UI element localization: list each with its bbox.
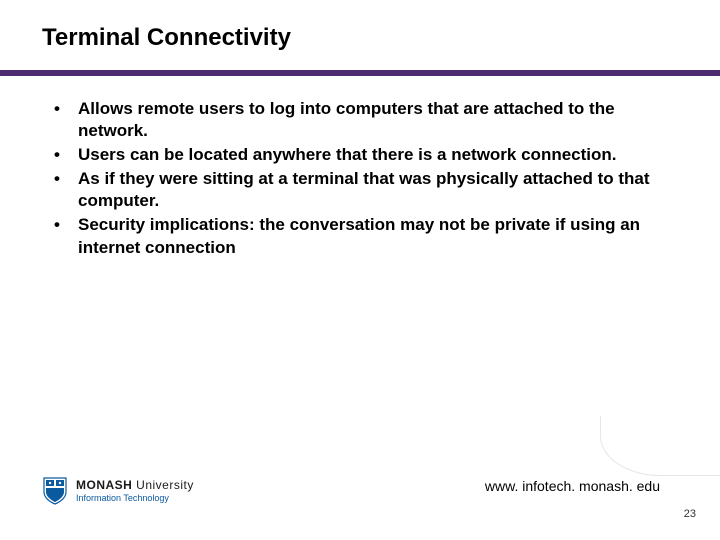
bullet-text: Allows remote users to log into computer… [78,98,660,142]
bullet-icon: • [54,214,78,236]
list-item: • Allows remote users to log into comput… [54,98,660,142]
logo-rest: University [132,478,194,492]
logo-sub-line: Information Technology [76,494,194,503]
slide-title: Terminal Connectivity [42,24,291,52]
list-item: • Security implications: the conversatio… [54,214,660,258]
university-logo: MONASH University Information Technology [42,476,194,506]
logo-bold: MONASH [76,478,132,492]
title-divider [0,70,720,76]
bullet-icon: • [54,168,78,190]
list-item: • Users can be located anywhere that the… [54,144,660,166]
bullet-text: As if they were sitting at a terminal th… [78,168,660,212]
footer-url: www. infotech. monash. edu [485,478,660,494]
bullet-icon: • [54,144,78,166]
shield-icon [42,476,68,506]
bullet-text: Security implications: the conversation … [78,214,660,258]
logo-main-line: MONASH University [76,479,194,492]
page-number: 23 [684,508,696,520]
decorative-curve [600,416,720,476]
list-item: • As if they were sitting at a terminal … [54,168,660,212]
logo-text: MONASH University Information Technology [76,479,194,503]
bullet-text: Users can be located anywhere that there… [78,144,660,166]
bullet-icon: • [54,98,78,120]
slide: Terminal Connectivity • Allows remote us… [0,0,720,540]
bullet-list: • Allows remote users to log into comput… [54,98,660,261]
